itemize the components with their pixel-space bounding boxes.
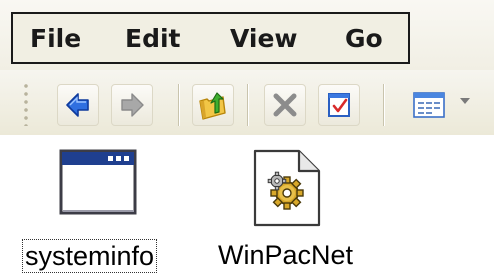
menu-view[interactable]: View	[230, 26, 298, 51]
menu-edit[interactable]: Edit	[125, 26, 181, 51]
file-label: systeminfo	[22, 239, 158, 273]
delete-button[interactable]	[264, 84, 306, 126]
views-dropdown-icon[interactable]	[460, 98, 470, 104]
menu-file[interactable]: File	[30, 26, 81, 51]
toolbar-grip[interactable]	[22, 82, 30, 126]
properties-icon	[328, 93, 350, 117]
menu-go[interactable]: Go	[345, 26, 383, 51]
forward-arrow-icon	[121, 93, 144, 117]
file-label: WinPacNet	[218, 240, 354, 270]
folder-up-icon	[199, 92, 226, 120]
back-arrow-icon	[66, 93, 89, 117]
delete-x-icon	[273, 93, 297, 117]
up-folder-button[interactable]	[192, 84, 234, 126]
views-icon	[413, 92, 445, 118]
forward-button[interactable]	[111, 84, 153, 126]
window-app-icon	[59, 149, 137, 215]
properties-button[interactable]	[318, 84, 360, 126]
gear-document-icon	[253, 149, 321, 227]
file-item-winpacnet[interactable]: WinPacNet	[202, 143, 372, 280]
menu-bar: File Edit View Go	[11, 12, 410, 64]
toolbar-separator	[383, 84, 384, 126]
explorer-window: File Edit View Go systeminfo WinPacNet	[0, 0, 494, 280]
toolbar-separator	[247, 84, 248, 126]
views-button[interactable]	[400, 84, 458, 126]
file-item-systeminfo[interactable]: systeminfo	[18, 143, 188, 280]
toolbar-separator	[178, 84, 179, 126]
back-button[interactable]	[57, 84, 99, 126]
